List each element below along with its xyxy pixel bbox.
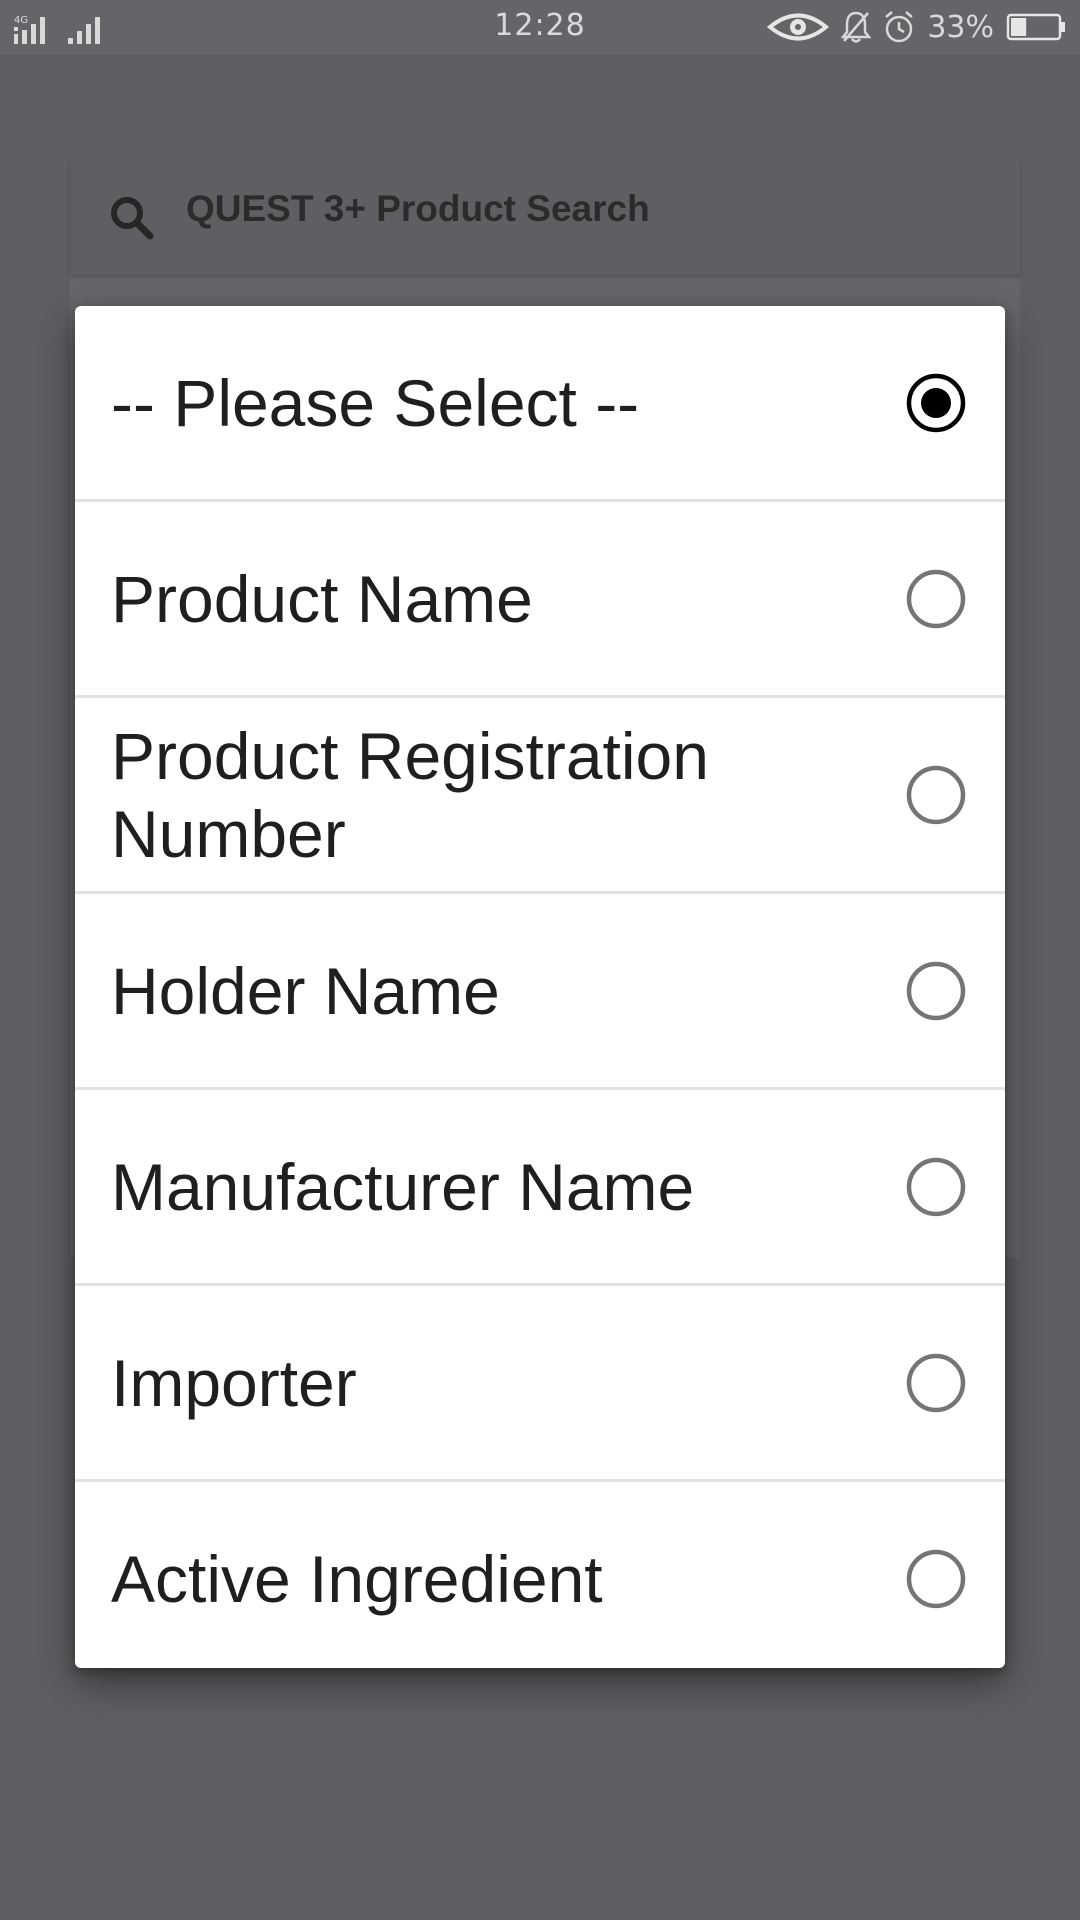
option-product-name[interactable]: Product Name — [75, 502, 1005, 698]
status-right: 33% — [767, 8, 1066, 46]
option-label: Product Registration Number — [111, 718, 709, 871]
option-product-registration-number[interactable]: Product Registration Number — [75, 698, 1005, 894]
option-label: Holder Name — [111, 953, 500, 1028]
radio-unselected-icon[interactable] — [905, 1548, 967, 1610]
option-label: Manufacturer Name — [111, 1149, 695, 1224]
radio-unselected-icon[interactable] — [905, 960, 967, 1022]
search-label: QUEST 3+ Product Search — [186, 188, 650, 229]
option-please-select[interactable]: -- Please Select -- — [75, 306, 1005, 502]
option-active-ingredient[interactable]: Active Ingredient — [75, 1482, 1005, 1668]
option-label: Importer — [111, 1345, 357, 1420]
eye-icon — [767, 13, 830, 41]
battery-icon — [1006, 13, 1065, 41]
search-bar[interactable]: QUEST 3+ Product Search — [70, 158, 1020, 276]
option-importer[interactable]: Importer — [75, 1286, 1005, 1482]
status-bar: 4G 12:28 33% — [0, 0, 1080, 54]
search-icon — [108, 194, 154, 240]
radio-unselected-icon[interactable] — [905, 1352, 967, 1414]
option-label: -- Please Select -- — [111, 365, 640, 440]
alarm-icon — [885, 11, 914, 43]
option-manufacturer-name[interactable]: Manufacturer Name — [75, 1090, 1005, 1286]
bell-muted-icon — [841, 11, 872, 43]
option-holder-name[interactable]: Holder Name — [75, 894, 1005, 1090]
option-label: Product Name — [111, 561, 533, 636]
radio-unselected-icon[interactable] — [905, 1156, 967, 1218]
radio-selected-icon[interactable] — [905, 372, 967, 434]
search-type-dialog: -- Please Select -- Product Name Product… — [75, 306, 1005, 1668]
radio-unselected-icon[interactable] — [905, 764, 967, 826]
battery-percent: 33% — [927, 9, 994, 45]
radio-unselected-icon[interactable] — [905, 568, 967, 630]
option-label: Active Ingredient — [111, 1542, 603, 1616]
